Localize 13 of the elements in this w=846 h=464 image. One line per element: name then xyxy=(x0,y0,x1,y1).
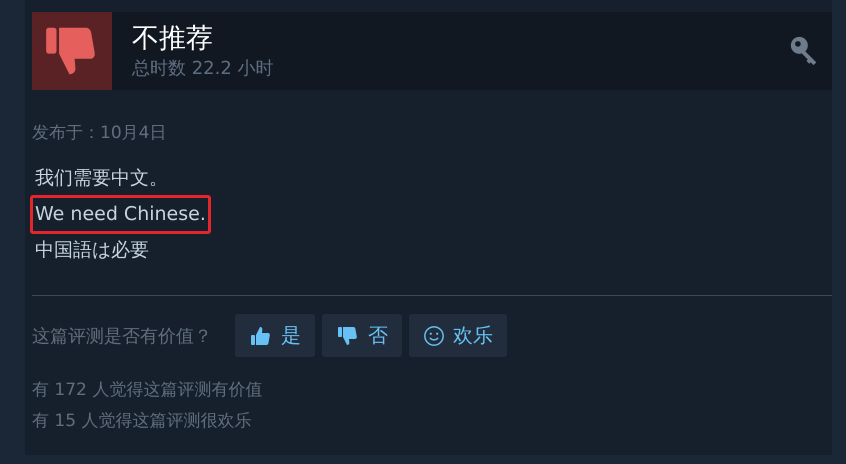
helpful-prompt: 这篇评测是否有价值？ xyxy=(32,324,212,348)
post-date: 发布于：10月4日 xyxy=(32,122,168,144)
vote-button[interactable]: 是 xyxy=(235,314,315,357)
vote-button[interactable]: 欢乐 xyxy=(409,314,507,357)
hours-played: 总时数 22.2 小时 xyxy=(132,57,275,80)
vote-count: 有 15 人觉得这篇评测很欢乐 xyxy=(32,410,252,433)
vote-button[interactable]: 否 xyxy=(322,314,402,357)
verdict-title: 不推荐 xyxy=(132,22,214,56)
review-text: We need Chinese. xyxy=(30,195,211,234)
smile-icon xyxy=(423,324,445,346)
review-text: 我们需要中文。 xyxy=(34,166,169,191)
review-text: 中国語は必要 xyxy=(34,238,150,263)
vote-count: 有 172 人觉得这篇评测有价值 xyxy=(32,379,264,402)
